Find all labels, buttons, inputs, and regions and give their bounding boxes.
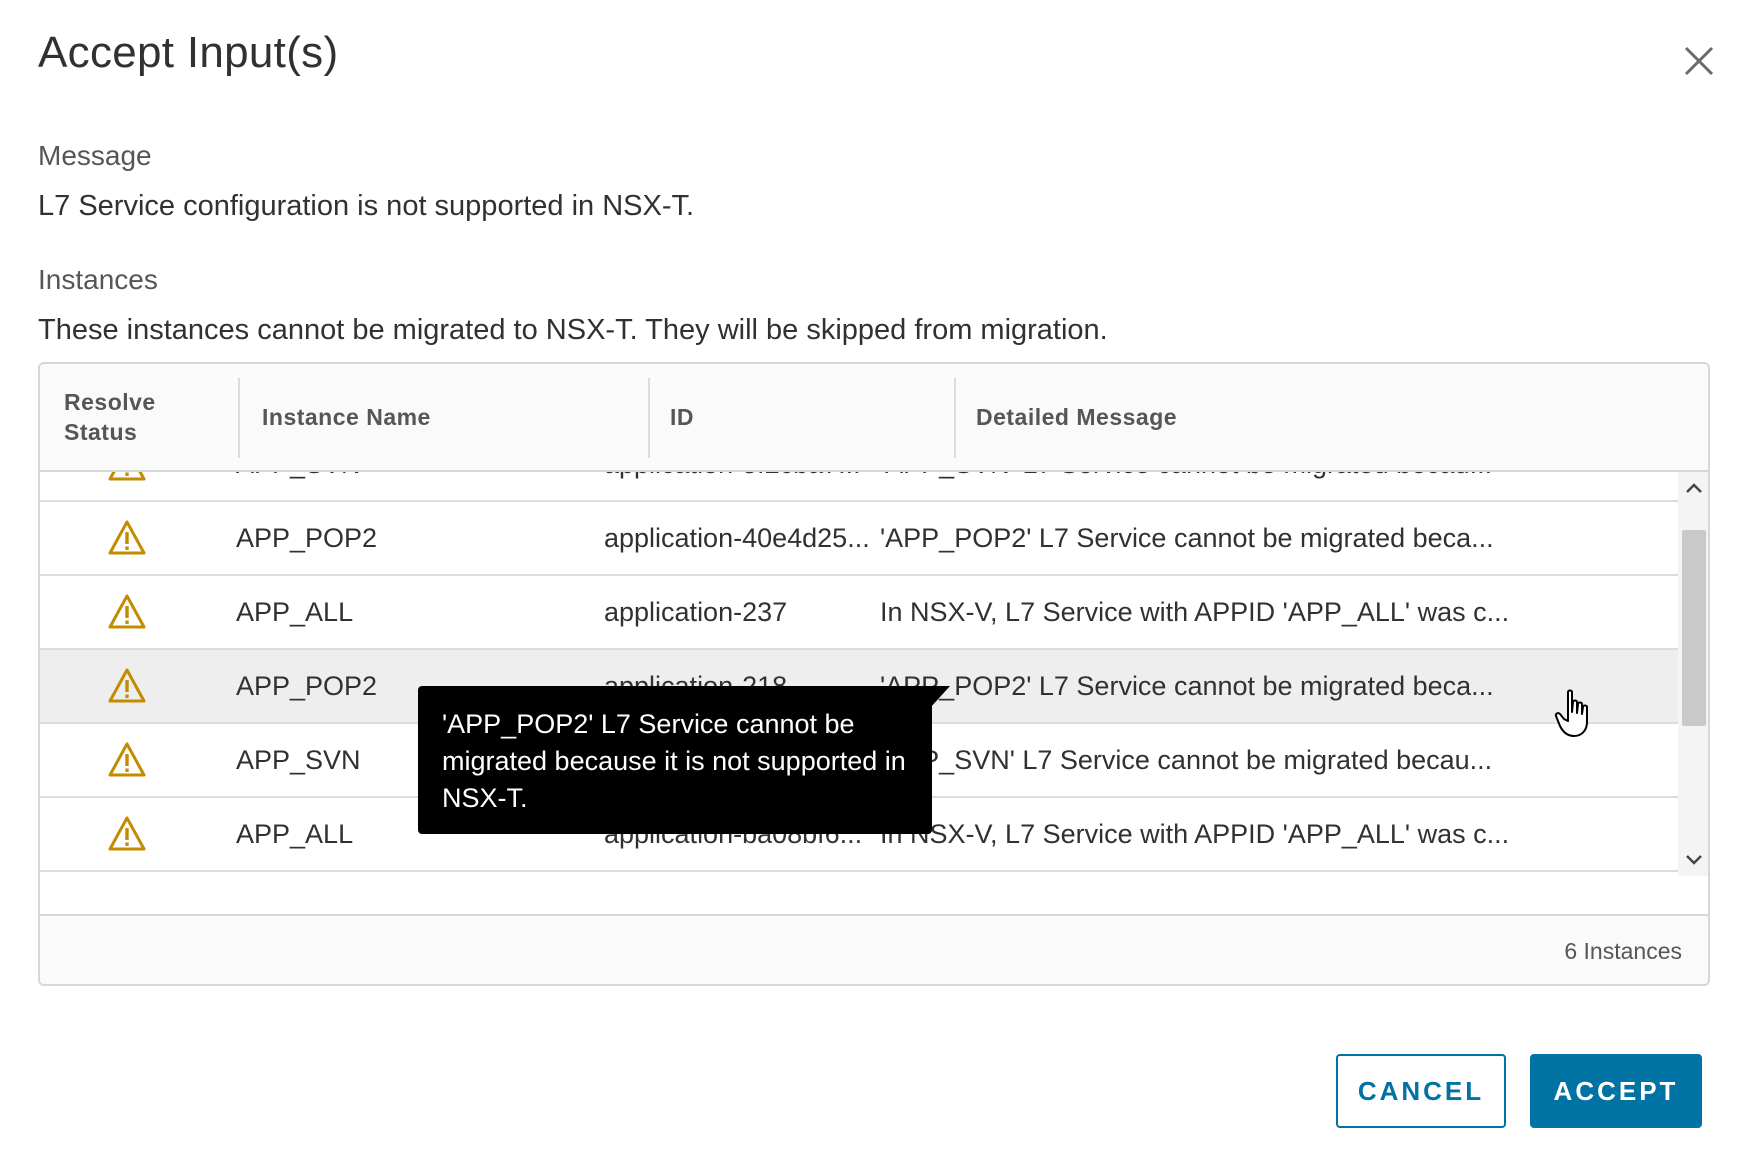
table-row-empty xyxy=(40,872,1678,876)
scroll-down-button[interactable] xyxy=(1678,844,1708,876)
close-button[interactable] xyxy=(1678,40,1720,82)
scrollbar-thumb[interactable] xyxy=(1682,530,1706,726)
cell-detailed-message[interactable]: 'APP_SVN' L7 Service cannot be migrated … xyxy=(880,724,1670,796)
table-row[interactable]: APP_POP2 application-40e4d25... 'APP_POP2'… xyxy=(40,502,1678,576)
cell-id: application-40e4d25... xyxy=(604,522,870,553)
chevron-up-icon xyxy=(1686,483,1702,493)
table-row[interactable]: APP_SVNapplication-8f2cba7...'APP_SVN' L… xyxy=(40,472,1678,502)
hand-pointer-cursor-icon xyxy=(1554,689,1588,737)
cell-detailed-message[interactable]: 'APP_POP2' L7 Service cannot be migrated… xyxy=(880,650,1670,722)
instances-datagrid: Resolve Status Instance Name ID Detailed… xyxy=(38,362,1710,986)
message-text: L7 Service configuration is not supporte… xyxy=(38,190,695,222)
cell-detailed-message[interactable]: In NSX-V, L7 Service with APPID 'APP_ALL… xyxy=(880,798,1670,870)
close-icon xyxy=(1684,46,1714,76)
column-header-instance-name[interactable]: Instance Name xyxy=(262,364,431,470)
datagrid-header: Resolve Status Instance Name ID Detailed… xyxy=(40,364,1708,472)
cancel-button[interactable]: CANCEL xyxy=(1336,1054,1506,1128)
column-header-id[interactable]: ID xyxy=(670,364,694,470)
cell-detailed-message[interactable]: In NSX-V, L7 Service with APPID 'APP_ALL… xyxy=(880,576,1670,648)
instances-label: Instances xyxy=(38,264,158,295)
chevron-down-icon xyxy=(1686,855,1702,865)
warning-icon xyxy=(108,520,146,555)
warning-icon xyxy=(108,472,146,481)
warning-icon xyxy=(108,594,146,629)
warning-icon xyxy=(108,742,146,777)
tooltip-arrow xyxy=(930,686,950,708)
message-label: Message xyxy=(38,140,152,171)
instances-text: These instances cannot be migrated to NS… xyxy=(38,314,1108,346)
column-separator[interactable] xyxy=(954,378,956,458)
tooltip-text: 'APP_POP2' L7 Service cannot be migrated… xyxy=(442,709,906,813)
warning-icon xyxy=(108,668,146,703)
column-header-resolve-status[interactable]: Resolve Status xyxy=(64,364,156,470)
table-row[interactable]: APP_ALL application-237 In NSX-V, L7 Servi… xyxy=(40,576,1678,650)
vertical-scrollbar[interactable] xyxy=(1678,472,1708,876)
cell-id: application-237 xyxy=(604,596,788,627)
modal-title: Accept Input(s) xyxy=(38,28,339,77)
accept-button[interactable]: ACCEPT xyxy=(1530,1054,1702,1128)
tooltip: 'APP_POP2' L7 Service cannot be migrated… xyxy=(418,686,950,834)
warning-icon xyxy=(108,816,146,851)
column-separator[interactable] xyxy=(648,378,650,458)
column-separator[interactable] xyxy=(238,378,240,458)
cell-detailed-message[interactable]: 'APP_POP2' L7 Service cannot be migrated… xyxy=(880,502,1670,574)
cell-detailed-message[interactable]: 'APP_SVN' L7 Service cannot be migrated … xyxy=(880,472,1670,500)
column-header-detailed-message[interactable]: Detailed Message xyxy=(976,364,1177,470)
cell-instance-name: APP_SVN xyxy=(236,472,616,500)
cell-instance-name: APP_POP2 xyxy=(236,522,378,553)
cell-instance-name: APP_ALL xyxy=(236,596,354,627)
scroll-up-button[interactable] xyxy=(1678,472,1708,504)
instance-count: 6 Instances xyxy=(1564,937,1682,964)
cell-id: application-8f2cba7... xyxy=(604,472,900,500)
datagrid-footer: 6 Instances xyxy=(40,914,1708,984)
